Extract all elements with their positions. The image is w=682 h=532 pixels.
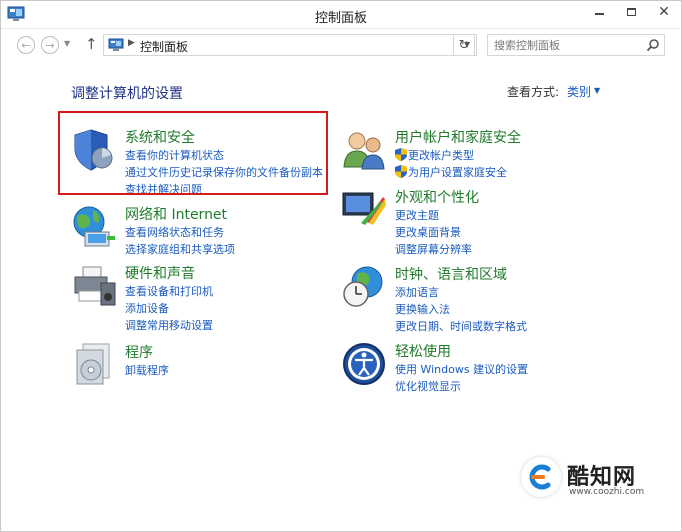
- watermark-url: www.coozhi.com: [569, 487, 645, 497]
- link-optimize-visual-display[interactable]: 优化视觉显示: [395, 378, 461, 394]
- link-add-language[interactable]: 添加语言: [395, 284, 439, 300]
- minimize-icon: [594, 13, 604, 15]
- link-add-device[interactable]: 添加设备: [125, 300, 169, 316]
- uac-shield-icon: [395, 148, 407, 161]
- category-clock-language-region: 时钟、语言和区域 添加语言 更换输入法 更改日期、时间或数字格式: [341, 264, 641, 334]
- view-by-chevron-down-icon[interactable]: ▼: [594, 86, 600, 95]
- link-change-theme[interactable]: 更改主题: [395, 207, 439, 223]
- link-recommended-settings[interactable]: 使用 Windows 建议的设置: [395, 361, 528, 377]
- search-box[interactable]: [487, 34, 665, 56]
- printer-icon[interactable]: [71, 263, 117, 309]
- forward-button[interactable]: →: [41, 36, 59, 54]
- watermark-c-logo-icon: [529, 464, 551, 490]
- link-homegroup-sharing[interactable]: 选择家庭组和共享选项: [125, 241, 235, 257]
- refresh-button[interactable]: ↻: [453, 34, 475, 56]
- category-title-clock-language-region[interactable]: 时钟、语言和区域: [395, 264, 507, 284]
- arrow-left-icon: ←: [21, 38, 31, 52]
- category-title-appearance[interactable]: 外观和个性化: [395, 187, 479, 207]
- search-input[interactable]: [488, 35, 638, 55]
- title-bar: 控制面板 ✕: [1, 1, 681, 29]
- link-mobility-settings[interactable]: 调整常用移动设置: [125, 317, 213, 333]
- breadcrumb-control-panel[interactable]: 控制面板: [140, 38, 188, 55]
- control-panel-window: 控制面板 ✕ ← → ▼ ↑ ▶ 控制面板 ▼ ↻ 搜索控制面板 调整计算机的设…: [0, 0, 682, 532]
- close-icon: ✕: [658, 4, 670, 20]
- link-network-status[interactable]: 查看网络状态和任务: [125, 224, 224, 240]
- category-user-accounts: 用户帐户和家庭安全 更改帐户类型 为用户设置家庭安全: [341, 127, 641, 179]
- link-change-date-time-format[interactable]: 更改日期、时间或数字格式: [395, 318, 527, 334]
- highlight-annotation-box: [58, 111, 328, 195]
- link-change-input-method[interactable]: 更换输入法: [395, 301, 450, 317]
- uac-shield-icon: [395, 165, 407, 178]
- category-ease-of-access: 轻松使用 使用 Windows 建议的设置 优化视觉显示: [341, 341, 641, 393]
- search-icon[interactable]: [646, 38, 660, 52]
- link-adjust-resolution[interactable]: 调整屏幕分辨率: [395, 241, 472, 257]
- link-family-safety[interactable]: 为用户设置家庭安全: [408, 166, 507, 179]
- link-devices-printers[interactable]: 查看设备和打印机: [125, 283, 213, 299]
- link-family-safety-row: 为用户设置家庭安全: [395, 164, 507, 180]
- category-hardware-sound: 硬件和声音 查看设备和打印机 添加设备 调整常用移动设置: [71, 263, 331, 333]
- link-change-desktop-background[interactable]: 更改桌面背景: [395, 224, 461, 240]
- window-title: 控制面板: [314, 11, 367, 26]
- back-button[interactable]: ←: [17, 36, 35, 54]
- appearance-monitor-icon[interactable]: [341, 187, 387, 233]
- category-title-user-accounts[interactable]: 用户帐户和家庭安全: [395, 127, 521, 147]
- arrow-right-icon: →: [45, 38, 55, 52]
- clock-globe-icon[interactable]: [341, 264, 387, 310]
- category-title-ease-of-access[interactable]: 轻松使用: [395, 341, 451, 361]
- close-button[interactable]: ✕: [647, 1, 681, 23]
- link-change-account-type-row: 更改帐户类型: [395, 147, 474, 163]
- up-button[interactable]: ↑: [85, 35, 98, 53]
- category-appearance: 外观和个性化 更改主题 更改桌面背景 调整屏幕分辨率: [341, 187, 641, 257]
- maximize-button[interactable]: [615, 1, 647, 23]
- minimize-button[interactable]: [583, 1, 615, 23]
- category-title-hardware-sound[interactable]: 硬件和声音: [125, 263, 195, 283]
- watermark: 酷知网 www.coozhi.com: [513, 453, 663, 503]
- arrow-up-icon: ↑: [85, 35, 98, 53]
- recent-locations-chevron-down-icon[interactable]: ▼: [64, 39, 70, 48]
- view-by-dropdown[interactable]: 类别: [567, 83, 591, 100]
- users-icon[interactable]: [341, 127, 387, 173]
- maximize-icon: [626, 8, 636, 16]
- page-heading: 调整计算机的设置: [71, 86, 183, 102]
- control-panel-small-icon: [108, 38, 124, 51]
- link-uninstall-program[interactable]: 卸载程序: [125, 362, 169, 378]
- navigation-bar: ← → ▼ ↑ ▶ 控制面板 ▼ ↻: [1, 29, 681, 61]
- breadcrumb-chevron-right-icon[interactable]: ▶: [128, 38, 135, 48]
- watermark-logo: [521, 457, 561, 497]
- refresh-icon: ↻: [458, 37, 470, 53]
- network-globe-icon[interactable]: [71, 204, 117, 250]
- address-bar[interactable]: ▶ 控制面板 ▼: [103, 34, 477, 56]
- category-title-programs[interactable]: 程序: [125, 342, 153, 362]
- programs-icon[interactable]: [71, 342, 117, 388]
- category-programs: 程序 卸载程序: [71, 342, 331, 385]
- ease-of-access-icon[interactable]: [341, 341, 387, 387]
- category-network-internet: 网络和 Internet 查看网络状态和任务 选择家庭组和共享选项: [71, 204, 331, 256]
- category-title-network-internet[interactable]: 网络和 Internet: [125, 204, 227, 224]
- link-change-account-type[interactable]: 更改帐户类型: [408, 149, 474, 162]
- view-by-label: 查看方式:: [507, 85, 560, 99]
